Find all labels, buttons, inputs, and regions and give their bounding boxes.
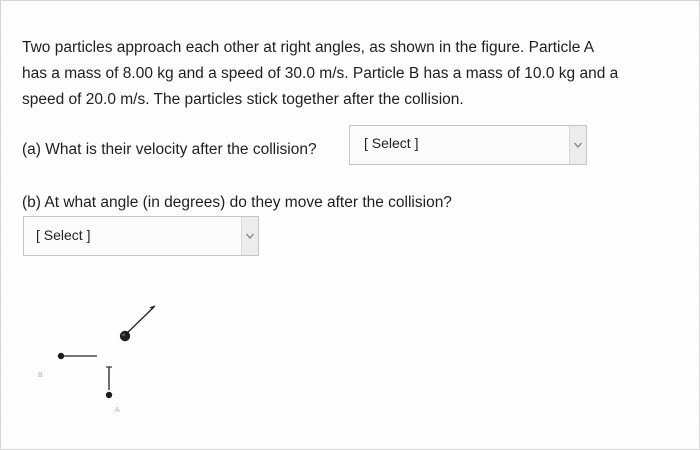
part-b-prompt: (b) At what angle (in degrees) do they m…	[22, 194, 452, 211]
velocity-select-value: [ Select ]	[364, 135, 419, 151]
angle-select[interactable]: [ Select ]	[23, 216, 259, 256]
velocity-select[interactable]: [ Select ]	[349, 125, 587, 165]
question-text: Two particles approach each other at rig…	[22, 35, 682, 113]
question-line-2: has a mass of 8.00 kg and a speed of 30.…	[22, 65, 619, 82]
combined-particle	[119, 305, 156, 342]
particle-a-label: A	[115, 407, 120, 414]
question-line-3: speed of 20.0 m/s. The particles stick t…	[22, 91, 464, 108]
question-panel: Two particles approach each other at rig…	[0, 0, 700, 450]
particle-b-label: B	[38, 372, 43, 379]
particle-a	[105, 366, 113, 399]
part-a-prompt: (a) What is their velocity after the col…	[22, 141, 317, 158]
collision-figure: B A	[38, 305, 156, 414]
chevron-down-icon[interactable]	[569, 126, 586, 164]
particle-b	[57, 352, 97, 360]
angle-select-value: [ Select ]	[36, 227, 91, 243]
question-line-1: Two particles approach each other at rig…	[22, 39, 595, 56]
chevron-down-icon[interactable]	[241, 217, 258, 255]
